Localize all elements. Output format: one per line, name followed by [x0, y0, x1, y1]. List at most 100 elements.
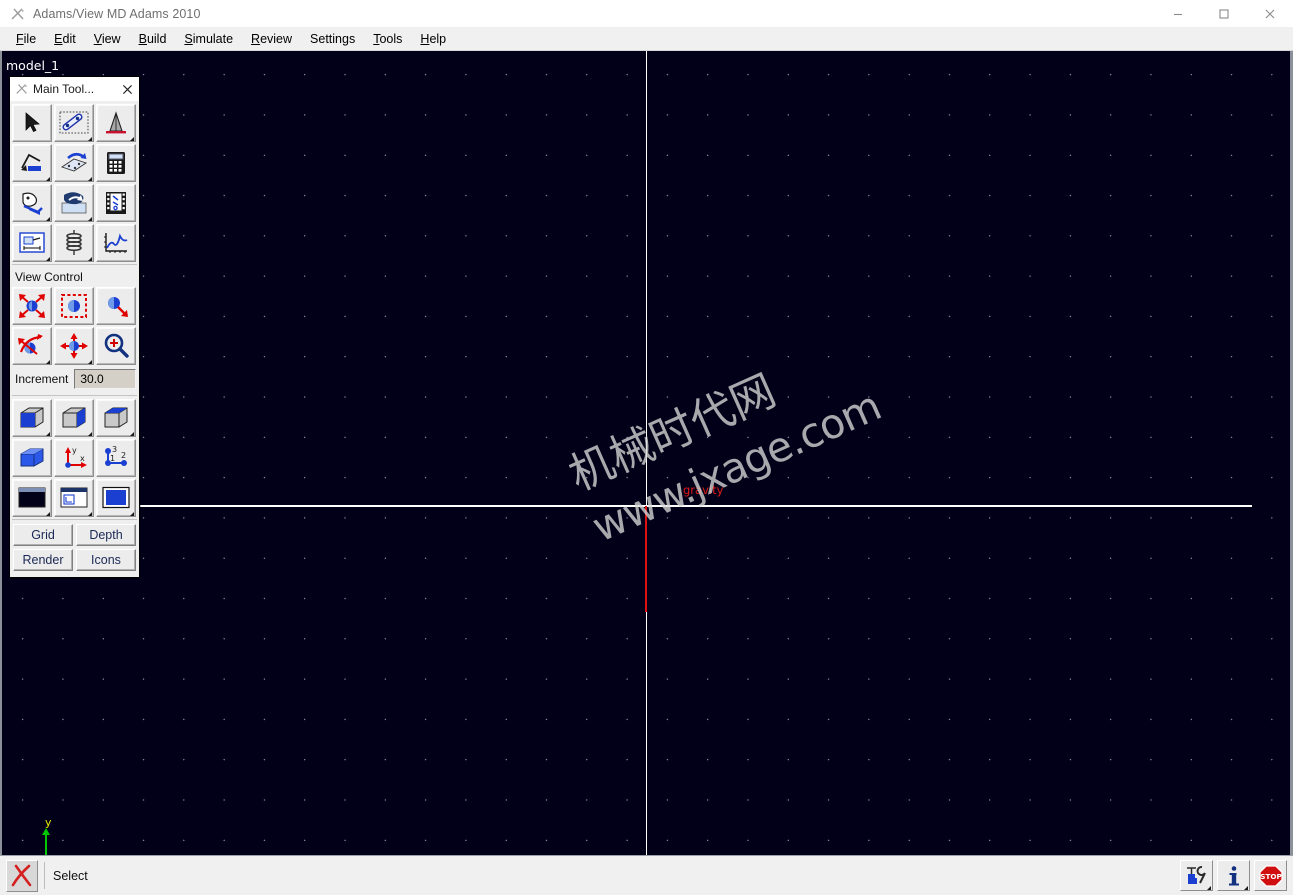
- svg-text:y: y: [72, 446, 77, 455]
- menu-file-label: ile: [23, 31, 37, 46]
- menu-simulate[interactable]: Simulate: [176, 30, 241, 48]
- global-x-axis-line: [140, 505, 1252, 507]
- zoom-tool[interactable]: [96, 327, 136, 365]
- toolbox-title: Main Tool...: [33, 82, 95, 96]
- svg-text:2: 2: [121, 451, 126, 460]
- model-viewport[interactable]: gravity model_1 机械时代网 www.jxage.com y x …: [0, 51, 1293, 856]
- minimize-button[interactable]: [1155, 0, 1201, 27]
- menu-simulate-label: imulate: [192, 31, 234, 46]
- toolbox-close-icon[interactable]: [117, 79, 137, 99]
- forces-tool[interactable]: [54, 144, 94, 182]
- flexible-body-tool[interactable]: [54, 224, 94, 262]
- flyout-indicator: [46, 432, 50, 436]
- background-color-tool[interactable]: [12, 479, 52, 517]
- menu-review[interactable]: Review: [243, 30, 300, 48]
- menu-view-label: iew: [101, 31, 121, 46]
- tools-wrench-button[interactable]: [1180, 860, 1213, 891]
- view-control-label: View Control: [15, 270, 83, 284]
- flyout-indicator: [88, 432, 92, 436]
- increment-input[interactable]: 30.0: [74, 369, 136, 389]
- view-preset-row-1: [12, 399, 137, 437]
- maximize-button[interactable]: [1201, 0, 1247, 27]
- select-arrow-tool[interactable]: [12, 104, 52, 142]
- view-control-row-1: [12, 287, 137, 325]
- menu-settings-label: Settings: [310, 31, 356, 46]
- close-button[interactable]: [1247, 0, 1293, 27]
- icons-button[interactable]: Icons: [76, 549, 136, 571]
- filmstrip-animation-tool[interactable]: [96, 184, 136, 222]
- menu-edit[interactable]: Edit: [46, 30, 84, 48]
- solid-fill-color-tool[interactable]: [96, 479, 136, 517]
- menu-file[interactable]: File: [8, 30, 44, 48]
- working-grid-axes-tool[interactable]: y x: [54, 439, 94, 477]
- postprocessing-plot-tool[interactable]: [96, 224, 136, 262]
- main-toolbox-panel: Main Tool... View Control Increment 30.0…: [9, 76, 140, 578]
- status-message: Select: [44, 862, 1178, 889]
- view-control-group: View Control Increment 30.0: [12, 264, 137, 393]
- menu-edit-label: dit: [62, 31, 76, 46]
- render-button[interactable]: Render: [13, 549, 73, 571]
- animation-tool[interactable]: [54, 184, 94, 222]
- menubar: File Edit View Build Simulate Review Set…: [0, 27, 1293, 51]
- three-point-view-tool[interactable]: 3 1 2: [96, 439, 136, 477]
- menu-tools[interactable]: Tools: [365, 30, 410, 48]
- select-cursor-icon[interactable]: [6, 859, 38, 892]
- center-view-tool[interactable]: [54, 287, 94, 325]
- view-preset-row-2: y x 3 1 2: [12, 439, 137, 477]
- menu-build-label: uild: [146, 31, 167, 46]
- flyout-indicator: [46, 217, 50, 221]
- flyout-indicator: [46, 512, 50, 516]
- gravity-label: gravity: [683, 483, 724, 497]
- flyout-indicator: [46, 360, 50, 364]
- top-view-tool[interactable]: [96, 399, 136, 437]
- flyout-indicator: [88, 360, 92, 364]
- toolbox-row-2: [12, 144, 137, 182]
- window-title: Adams/View MD Adams 2010: [33, 6, 201, 21]
- model-name-label: model_1: [6, 58, 60, 73]
- window-titlebar: Adams/View MD Adams 2010: [0, 0, 1293, 28]
- rotate-view-tool[interactable]: [12, 327, 52, 365]
- toolbox-titlebar[interactable]: Main Tool...: [10, 77, 139, 101]
- view-preset-row-3: [12, 479, 137, 517]
- triad-y-label: y: [45, 816, 52, 829]
- menu-view[interactable]: View: [86, 30, 129, 48]
- joints-tool[interactable]: [12, 144, 52, 182]
- svg-text:1: 1: [110, 454, 115, 463]
- rigid-body-tool[interactable]: [54, 104, 94, 142]
- menu-help[interactable]: Help: [412, 30, 454, 48]
- flyout-indicator: [130, 432, 134, 436]
- toggle-button-group: Grid Depth Render Icons: [12, 519, 137, 573]
- front-view-tool[interactable]: [12, 399, 52, 437]
- window-layout-tool[interactable]: [54, 479, 94, 517]
- flyout-indicator: [130, 512, 134, 516]
- calculator-tool[interactable]: [96, 144, 136, 182]
- render-icons-row: Render Icons: [12, 548, 137, 573]
- flyout-indicator: [1207, 886, 1211, 890]
- window-controls: [1155, 0, 1293, 27]
- triad-y-axis: [45, 833, 47, 856]
- info-button[interactable]: [1217, 860, 1250, 891]
- shaded-view-tool[interactable]: [12, 439, 52, 477]
- translate-view-tool[interactable]: [12, 287, 52, 325]
- viewport-left-border: [0, 51, 2, 856]
- measure-tool[interactable]: [12, 224, 52, 262]
- flyout-indicator: [1244, 886, 1248, 890]
- stop-button[interactable]: STOP: [1254, 860, 1287, 891]
- grid-button[interactable]: Grid: [13, 524, 73, 546]
- adams-view-window: Adams/View MD Adams 2010 File Edit View …: [0, 0, 1293, 895]
- depth-button[interactable]: Depth: [76, 524, 136, 546]
- menu-settings[interactable]: Settings: [302, 30, 363, 48]
- view-orientation-tool[interactable]: [54, 327, 94, 365]
- construction-geometry-tool[interactable]: [96, 104, 136, 142]
- view-preset-group: y x 3 1 2: [12, 395, 137, 517]
- menu-build[interactable]: Build: [131, 30, 175, 48]
- simulation-tool[interactable]: [12, 184, 52, 222]
- grid-depth-row: Grid Depth: [12, 523, 137, 548]
- gravity-vector[interactable]: [645, 506, 647, 612]
- toolbox-row-1: [12, 104, 137, 142]
- rotate-dynamic-tool[interactable]: [96, 287, 136, 325]
- iso-view-tool[interactable]: [54, 399, 94, 437]
- flyout-indicator: [88, 257, 92, 261]
- menu-tools-label: ools: [379, 31, 403, 46]
- coordinate-triad: y x z: [38, 816, 108, 856]
